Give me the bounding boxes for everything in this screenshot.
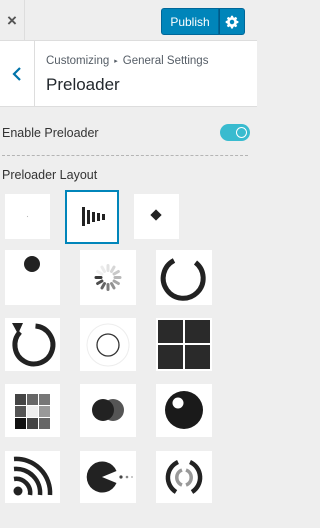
ring-spinner-icon — [160, 258, 206, 301]
preloader-option-pacman[interactable] — [80, 451, 136, 503]
back-button[interactable] — [0, 41, 35, 106]
preloader-option-rss-signal[interactable] — [5, 451, 60, 503]
section-header: Customizing ▸ General Settings Preloader — [0, 41, 257, 107]
customizer-topbar: × Publish — [0, 0, 257, 41]
pacman-icon — [86, 461, 133, 493]
grid-squares-icon — [15, 394, 50, 429]
dotted-spinner-icon — [94, 264, 122, 291]
preloader-option-bars[interactable] — [65, 190, 119, 244]
diamond-icon — [150, 209, 162, 221]
publish-button[interactable]: Publish — [161, 8, 219, 35]
chevron-left-icon — [12, 66, 21, 81]
preloader-option-overlapping-circles[interactable] — [80, 384, 136, 437]
divider — [2, 155, 248, 156]
publish-settings-button[interactable] — [219, 8, 245, 35]
breadcrumb-separator-icon: ▸ — [114, 58, 118, 65]
overlapping-circles-icon — [92, 399, 124, 421]
rss-signal-icon — [13, 456, 53, 496]
double-ring-icon — [86, 323, 130, 367]
preloader-option-double-ring[interactable] — [80, 318, 136, 371]
bracket-arcs-icon — [165, 459, 203, 494]
four-squares-icon — [158, 320, 210, 369]
bars-icon — [82, 207, 105, 226]
preloader-option-grid-squares[interactable] — [5, 384, 60, 437]
breadcrumb: Customizing ▸ General Settings — [46, 55, 208, 67]
preloader-option-blank[interactable] — [5, 194, 50, 239]
preloader-option-four-squares[interactable] — [156, 318, 212, 371]
enable-preloader-toggle[interactable] — [220, 124, 250, 141]
eye-ball-icon — [165, 391, 203, 429]
preloader-option-ring-spinner[interactable] — [156, 250, 212, 305]
enable-preloader-control: Enable Preloader — [2, 124, 250, 142]
preloader-option-dot[interactable] — [5, 250, 60, 305]
preloader-option-diamond[interactable] — [134, 194, 179, 239]
publish-group: Publish — [161, 8, 245, 35]
blank-preview-icon — [26, 215, 29, 218]
gear-icon — [225, 15, 239, 28]
breadcrumb-customizing: Customizing — [46, 55, 110, 67]
preloader-option-eye-ball[interactable] — [156, 384, 212, 437]
breadcrumb-general-settings: General Settings — [122, 55, 209, 67]
preloader-option-dotted-spinner[interactable] — [80, 250, 136, 305]
dot-icon — [24, 256, 40, 272]
toggle-knob — [236, 127, 247, 138]
preloader-layout-label: Preloader Layout — [2, 168, 98, 182]
arrow-circle-icon — [12, 323, 56, 367]
panel-title: Preloader — [46, 75, 120, 94]
close-icon: × — [7, 10, 17, 30]
enable-preloader-label: Enable Preloader — [2, 126, 99, 140]
preloader-option-bracket-arcs[interactable] — [156, 451, 212, 503]
close-customizer-button[interactable]: × — [0, 0, 25, 41]
preloader-option-arrow-circle[interactable] — [5, 318, 60, 371]
